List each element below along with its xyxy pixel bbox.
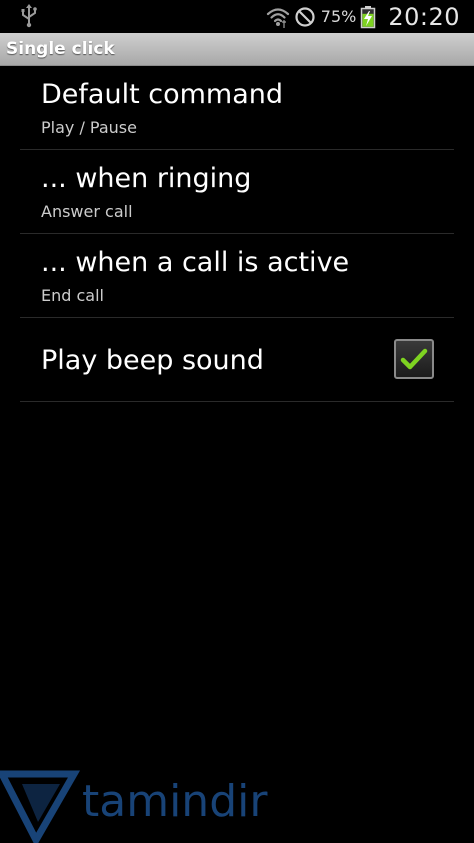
watermark-text: tamindir — [82, 776, 268, 827]
no-sign-icon — [295, 6, 315, 27]
pref-title: ... when ringing — [41, 163, 252, 194]
usb-icon — [21, 4, 37, 28]
pref-summary: Play / Pause — [41, 118, 137, 137]
pref-title: ... when a call is active — [41, 247, 350, 278]
beep-checkbox[interactable] — [394, 339, 434, 379]
pref-title: Play beep sound — [41, 345, 264, 376]
preference-list: Default command Play / Pause ... when ri… — [20, 66, 454, 402]
title-bar: Single click — [0, 33, 474, 66]
pref-when-ringing[interactable]: ... when ringing Answer call — [20, 150, 454, 234]
checkmark-icon — [400, 348, 428, 370]
tamindir-logo-icon — [0, 770, 80, 843]
status-icons: 75% 20:20 — [266, 0, 460, 33]
pref-default-command[interactable]: Default command Play / Pause — [20, 66, 454, 150]
pref-summary: End call — [41, 286, 104, 305]
pref-play-beep-sound[interactable]: Play beep sound — [20, 318, 454, 402]
battery-charging-icon — [361, 5, 376, 28]
tamindir-watermark: tamindir — [0, 770, 267, 843]
pref-title: Default command — [41, 79, 283, 110]
pref-when-call-active[interactable]: ... when a call is active End call — [20, 234, 454, 318]
status-bar: 75% 20:20 — [0, 0, 474, 33]
wifi-icon — [266, 7, 289, 28]
pref-summary: Answer call — [41, 202, 133, 221]
page-title: Single click — [6, 39, 115, 59]
battery-percent: 75% — [320, 7, 357, 26]
screen: 75% 20:20 Single click Default command P… — [0, 0, 474, 843]
clock: 20:20 — [388, 2, 460, 31]
